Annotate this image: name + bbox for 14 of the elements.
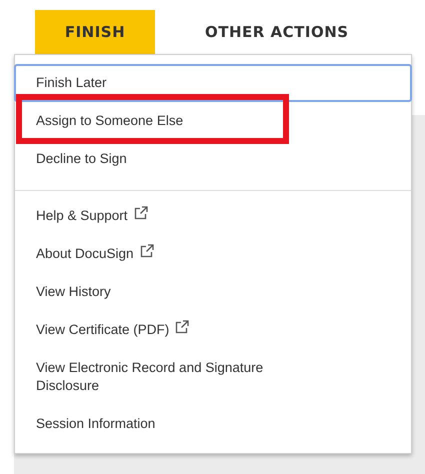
- tab[interactable]: OTHER ACTIONS: [185, 10, 369, 54]
- menu-item[interactable]: View Electronic Record and Signature Disclosure: [14, 349, 412, 405]
- menu-item[interactable]: View History: [14, 273, 412, 311]
- menu-item[interactable]: Session Information: [14, 405, 412, 443]
- menu-item[interactable]: Assign to Someone Else: [14, 102, 412, 140]
- menu-item[interactable]: View Certificate (PDF): [14, 311, 412, 349]
- menu-item[interactable]: Decline to Sign: [14, 140, 412, 178]
- tab[interactable]: FINISH: [35, 10, 155, 54]
- menu-item[interactable]: Help & Support: [14, 197, 412, 235]
- menu-item[interactable]: Finish Later: [14, 64, 412, 102]
- external-link-icon: [140, 244, 154, 258]
- external-link-icon: [134, 206, 148, 220]
- menu-item[interactable]: About DocuSign: [14, 235, 412, 273]
- external-link-icon: [175, 320, 190, 334]
